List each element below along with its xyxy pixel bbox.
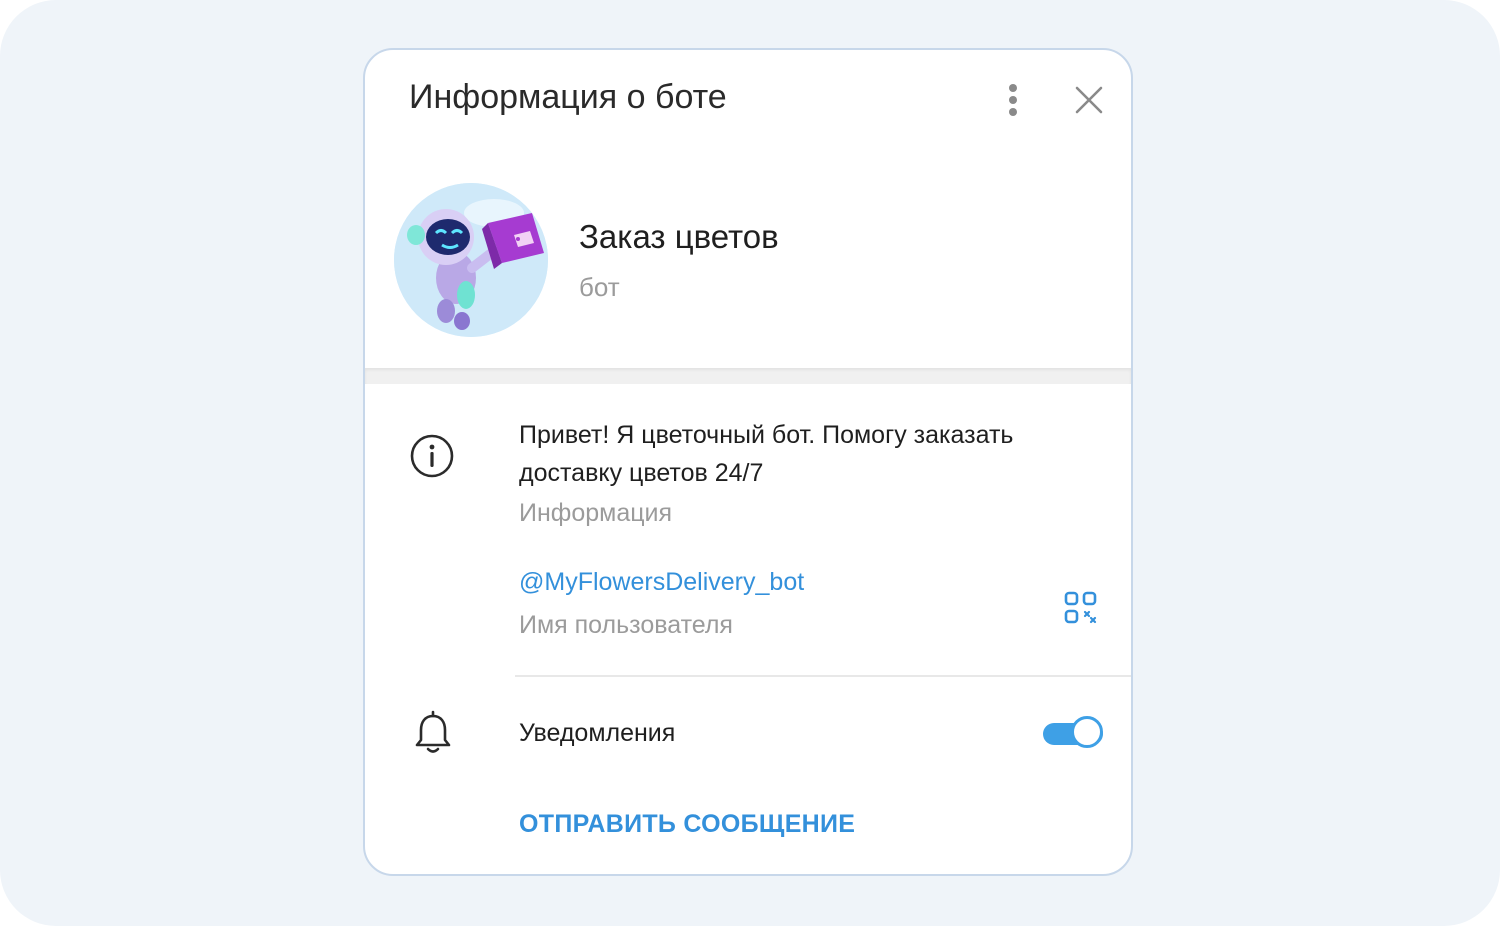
bot-username-link[interactable]: @MyFlowersDelivery_bot [519,568,804,597]
more-vertical-icon [1009,84,1017,116]
bot-info-dialog: Информация о боте Заказ цветов бот Приве… [363,48,1133,876]
notifications-toggle[interactable] [1043,716,1103,752]
divider [515,675,1131,677]
close-icon [1075,86,1103,114]
close-button[interactable] [1069,80,1109,120]
robot-illustration [394,183,548,337]
toggle-knob [1071,716,1103,748]
more-menu-button[interactable] [993,80,1033,120]
bot-description: Привет! Я цветочный бот. Помогу заказать… [519,421,1014,487]
username-label: Имя пользователя [519,611,733,639]
info-icon [410,434,454,478]
qr-code-button[interactable] [1061,588,1101,628]
notifications-label: Уведомления [519,719,676,747]
page-background: Информация о боте Заказ цветов бот Приве… [0,0,1500,926]
bot-name: Заказ цветов [579,218,779,255]
dialog-title: Информация о боте [409,78,727,116]
description-label: Информация [519,499,673,527]
section-separator [365,368,1131,384]
qr-code-icon [1064,591,1097,624]
bell-icon [415,710,451,753]
bot-avatar[interactable] [394,183,548,337]
bot-type-label: бот [579,272,620,302]
send-message-button[interactable]: ОТПРАВИТЬ СООБЩЕНИЕ [519,810,855,839]
